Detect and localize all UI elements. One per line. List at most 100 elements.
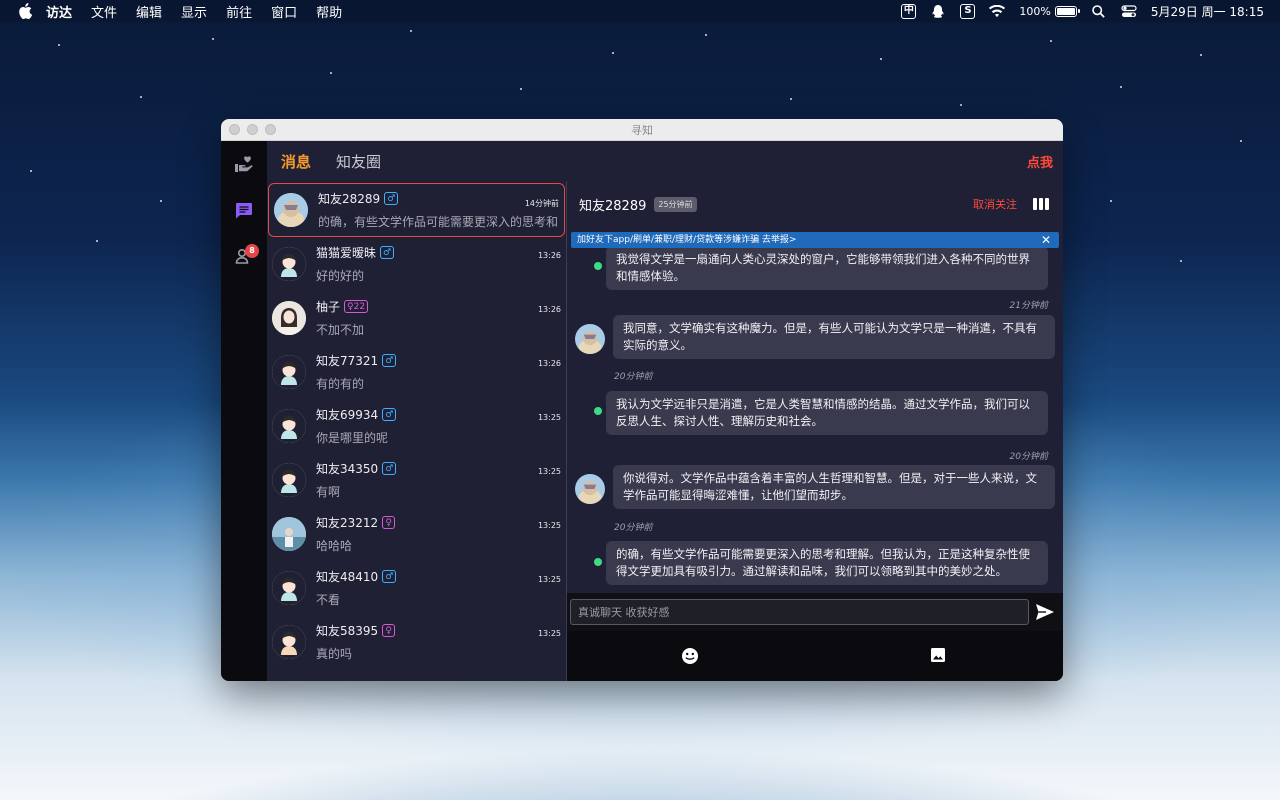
name-row: 知友69934 ♂ xyxy=(316,406,566,423)
message-bubble[interactable]: 我同意，文学确实有这种魔力。但是，有些人可能认为文学只是一种消遣，不具有实际的意… xyxy=(613,315,1055,359)
chat-panel: 知友28289 25分钟前 取消关注 加好友下app/刷单/兼职/理财/贷款等涉… xyxy=(567,181,1063,681)
last-message: 真的吗 xyxy=(316,647,353,661)
battery-level xyxy=(1056,7,1075,15)
apple-icon[interactable] xyxy=(18,3,32,19)
me-button[interactable]: 点我 xyxy=(1027,152,1053,171)
control-center-icon[interactable] xyxy=(1121,4,1137,18)
avatar xyxy=(272,463,306,497)
last-active-badge: 25分钟前 xyxy=(654,196,697,212)
unfollow-button[interactable]: 取消关注 xyxy=(973,196,1017,212)
message-bubble[interactable]: 的确，有些文学作品可能需要更深入的思考和理解。但我认为，正是这种复杂性使得文学更… xyxy=(606,541,1048,585)
message-list: 我觉得文学是一扇通向人类心灵深处的窗户，它能够带领我们进入各种不同的世界和情感体… xyxy=(567,248,1063,593)
tab-moments[interactable]: 知友圈 xyxy=(336,151,381,172)
menu-tray: 中 S 100% 5月29日 周一 18:15 xyxy=(901,3,1280,20)
menu-go[interactable]: 前往 xyxy=(226,2,252,21)
contact-name: 知友77321 xyxy=(316,354,379,368)
menu-window[interactable]: 窗口 xyxy=(271,2,297,21)
image-icon[interactable] xyxy=(930,647,946,667)
conversation-info: 知友77321 ♂ 有的有的 xyxy=(316,352,566,392)
more-options-icon[interactable] xyxy=(1033,198,1049,210)
conversation-info: 知友34350 ♂ 有啊 xyxy=(316,460,566,500)
conversation-info: 知友23212 ♀ 哈哈哈 xyxy=(316,514,566,554)
fraud-warning-banner[interactable]: 加好友下app/刷单/兼职/理财/贷款等涉嫌诈骗 去举报> ✕ xyxy=(571,232,1059,248)
menu-bar: 访达 文件 编辑 显示 前往 窗口 帮助 中 S 100% 5月29日 周一 1… xyxy=(0,0,1280,22)
emoji-icon[interactable] xyxy=(681,647,699,669)
message-timestamp: 20分钟前 xyxy=(1009,452,1048,462)
send-icon[interactable] xyxy=(1035,603,1055,625)
female-badge: ♀ xyxy=(382,516,396,529)
conversation-info: 知友48410 ♂ 不看 xyxy=(316,568,566,608)
qq-icon[interactable] xyxy=(930,4,946,18)
title-bar[interactable]: 寻知 xyxy=(221,119,1063,141)
conversation-info: 猫猫爱暧昧 ♂ 好的好的 xyxy=(316,244,566,284)
message-input[interactable] xyxy=(570,599,1029,625)
conversation-item[interactable]: 知友28289 ♂ 的确，有些文学作品可能需要更深入的思考和 14分钟前 xyxy=(268,183,565,237)
chat-header: 知友28289 25分钟前 取消关注 xyxy=(567,181,1063,227)
avatar xyxy=(272,301,306,335)
avatar xyxy=(272,409,306,443)
message-mine: 我认为文学远非只是消遣，它是人类智慧和情感的结晶。通过文学作品，我们可以反思人生… xyxy=(575,391,1055,435)
menu-app-name[interactable]: 访达 xyxy=(46,2,72,21)
name-row: 柚子 ♀22 xyxy=(316,298,566,315)
message-theirs: 你说得对。文学作品中蕴含着丰富的人生哲理和智慧。但是，对于一些人来说，文学作品可… xyxy=(575,465,1055,509)
contact-name: 知友48410 xyxy=(316,570,379,584)
conversation-time: 14分钟前 xyxy=(524,199,559,208)
male-badge: ♂ xyxy=(382,462,397,475)
name-row: 知友48410 ♂ xyxy=(316,568,566,585)
message-bubble[interactable]: 你说得对。文学作品中蕴含着丰富的人生哲理和智慧。但是，对于一些人来说，文学作品可… xyxy=(613,465,1055,509)
spotlight-search-icon[interactable] xyxy=(1091,4,1107,18)
composer xyxy=(567,593,1063,631)
message-icon xyxy=(236,202,252,218)
menu-edit[interactable]: 编辑 xyxy=(136,2,162,21)
tab-messages[interactable]: 消息 xyxy=(281,151,311,172)
menu-help[interactable]: 帮助 xyxy=(316,2,342,21)
conversation-item[interactable]: 知友58395 ♀ 真的吗 13:25 xyxy=(267,615,566,669)
battery-status[interactable]: 100% xyxy=(1019,4,1080,18)
message-bubble[interactable]: 我认为文学远非只是消遣，它是人类智慧和情感的结晶。通过文学作品，我们可以反思人生… xyxy=(606,391,1048,435)
message-mine: 的确，有些文学作品可能需要更深入的思考和理解。但我认为，正是这种复杂性使得文学更… xyxy=(575,541,1055,585)
top-nav: 消息 知友圈 点我 xyxy=(267,141,1063,181)
conversation-item[interactable]: 知友34350 ♂ 有啊 13:25 xyxy=(267,453,566,507)
conversation-item[interactable]: 知友23212 ♀ 哈哈哈 13:25 xyxy=(267,507,566,561)
rail-messages-button[interactable] xyxy=(221,187,267,233)
input-method-icon[interactable]: 中 xyxy=(901,3,917,19)
online-dot xyxy=(594,262,602,270)
avatar xyxy=(272,247,306,281)
conversation-item[interactable]: 知友77321 ♂ 有的有的 13:26 xyxy=(267,345,566,399)
avatar xyxy=(272,355,306,389)
app-window: 寻知 8 消息 知友圈 点我 知友28289 ♂ 的确，有些文学作品可能需要更深… xyxy=(221,119,1063,681)
avatar xyxy=(272,625,306,659)
message-bubble[interactable]: 我觉得文学是一扇通向人类心灵深处的窗户，它能够带领我们进入各种不同的世界和情感体… xyxy=(606,248,1048,290)
avatar xyxy=(272,571,306,605)
female-badge: ♀ xyxy=(382,624,396,637)
menu-file[interactable]: 文件 xyxy=(91,2,117,21)
avatar xyxy=(274,193,308,227)
menu-view[interactable]: 显示 xyxy=(181,2,207,21)
contact-name: 柚子 xyxy=(316,300,341,314)
sogou-icon[interactable]: S xyxy=(960,3,976,19)
battery-percent: 100% xyxy=(1019,4,1051,18)
conversation-item[interactable]: 柚子 ♀22 不加不加 13:26 xyxy=(267,291,566,345)
last-message: 有的有的 xyxy=(316,377,365,391)
conversation-item[interactable]: 知友69934 ♂ 你是哪里的呢 13:25 xyxy=(267,399,566,453)
name-row: 知友77321 ♂ xyxy=(316,352,566,369)
close-icon[interactable]: ✕ xyxy=(1041,232,1051,248)
name-row: 知友58395 ♀ xyxy=(316,622,566,639)
clock[interactable]: 5月29日 周一 18:15 xyxy=(1151,3,1264,20)
window-title: 寻知 xyxy=(631,123,653,137)
conversation-item[interactable]: 知友48410 ♂ 不看 13:25 xyxy=(267,561,566,615)
conversation-item[interactable]: 猫猫爱暧昧 ♂ 好的好的 13:26 xyxy=(267,237,566,291)
last-message: 不看 xyxy=(316,593,341,607)
rail-discover-button[interactable] xyxy=(221,141,267,187)
side-rail: 8 xyxy=(221,141,267,681)
message-timestamp: 20分钟前 xyxy=(614,523,653,533)
chat-contact-name[interactable]: 知友28289 xyxy=(579,195,646,214)
fraud-warning-text[interactable]: 加好友下app/刷单/兼职/理财/贷款等涉嫌诈骗 去举报> xyxy=(577,235,796,245)
last-message: 你是哪里的呢 xyxy=(316,431,389,445)
wifi-icon[interactable] xyxy=(989,4,1006,18)
male-badge: ♂ xyxy=(384,192,399,205)
conversation-info: 柚子 ♀22 不加不加 xyxy=(316,298,566,338)
contact-name: 知友34350 xyxy=(316,462,379,476)
rail-contacts-button[interactable]: 8 xyxy=(221,233,267,279)
main-area: 消息 知友圈 点我 知友28289 ♂ 的确，有些文学作品可能需要更深入的思考和… xyxy=(267,141,1063,681)
